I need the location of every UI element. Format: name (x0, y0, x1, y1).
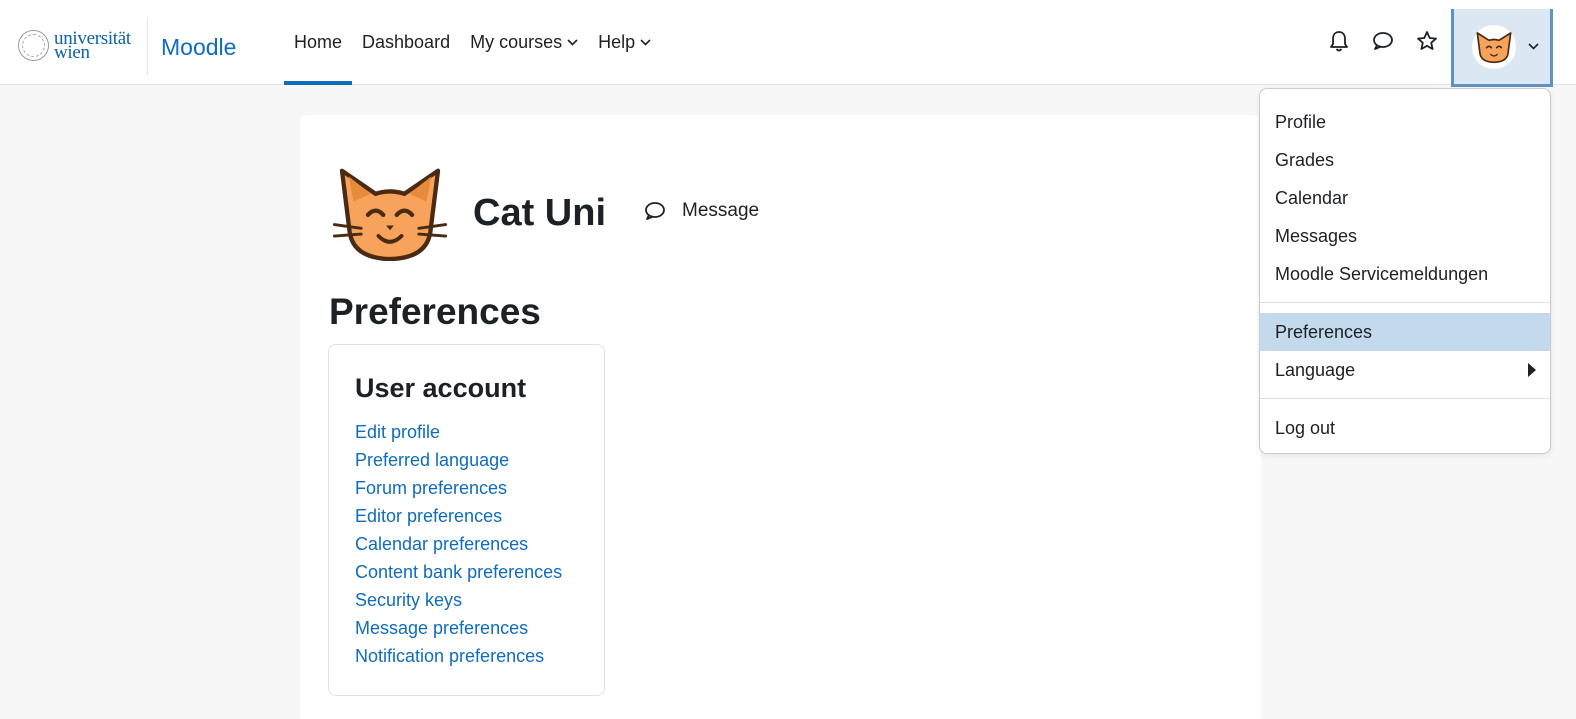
menu-item-servicemeldungen[interactable]: Moodle Servicemeldungen (1260, 255, 1550, 293)
site-name[interactable]: Moodle (161, 34, 236, 61)
chat-icon (645, 202, 665, 220)
link-editor-preferences[interactable]: Editor preferences (355, 506, 604, 534)
profile-header: Cat Uni Message (332, 165, 759, 261)
menu-item-language-label: Language (1275, 360, 1356, 380)
caret-right-icon (1528, 363, 1536, 377)
university-wordmark: universität wien (54, 27, 131, 63)
menu-item-profile[interactable]: Profile (1260, 103, 1550, 141)
user-fullname: Cat Uni (473, 191, 606, 234)
menu-item-grades[interactable]: Grades (1260, 141, 1550, 179)
user-account-links: Edit profile Preferred language Forum pr… (355, 422, 604, 674)
nav-help[interactable]: Help (588, 0, 661, 85)
user-avatar (1472, 24, 1516, 69)
card-title: User account (355, 373, 527, 403)
menu-item-preferences[interactable]: Preferences (1260, 313, 1550, 351)
user-menu-toggle[interactable] (1451, 9, 1553, 87)
main-content: Cat Uni Message Preferences User account… (300, 115, 1261, 719)
bell-icon[interactable] (1328, 30, 1350, 52)
nav-my-courses[interactable]: My courses (460, 0, 588, 85)
menu-item-messages[interactable]: Messages (1260, 217, 1550, 255)
link-security-keys[interactable]: Security keys (355, 590, 604, 618)
nav-dashboard[interactable]: Dashboard (352, 0, 460, 85)
menu-divider (1260, 302, 1550, 303)
menu-item-logout[interactable]: Log out (1260, 409, 1550, 447)
link-message-preferences[interactable]: Message preferences (355, 618, 604, 646)
message-button[interactable]: Message (644, 200, 759, 222)
message-label: Message (682, 200, 760, 221)
menu-item-language[interactable]: Language (1260, 351, 1550, 389)
link-notification-preferences[interactable]: Notification preferences (355, 646, 604, 674)
link-forum-preferences[interactable]: Forum preferences (355, 478, 604, 506)
nav-home[interactable]: Home (284, 0, 353, 85)
link-preferred-language[interactable]: Preferred language (355, 450, 604, 478)
top-navbar: universität wien Moodle Home Dashboard M… (0, 0, 1576, 87)
chevron-down-icon (567, 39, 578, 46)
navbar-icons (1328, 30, 1438, 52)
link-edit-profile[interactable]: Edit profile (355, 422, 604, 450)
link-calendar-preferences[interactable]: Calendar preferences (355, 534, 604, 562)
chevron-down-icon (640, 39, 651, 46)
university-logo[interactable]: universität wien (18, 27, 131, 63)
page-title: Preferences (329, 291, 541, 332)
menu-item-calendar[interactable]: Calendar (1260, 179, 1550, 217)
university-seal-icon (18, 30, 49, 61)
cat-face-icon (332, 168, 448, 261)
link-content-bank-preferences[interactable]: Content bank preferences (355, 562, 604, 590)
chat-icon[interactable] (1372, 30, 1394, 52)
brand-divider (147, 18, 148, 75)
user-dropdown-menu: Profile Grades Calendar Messages Moodle … (1259, 88, 1551, 454)
star-icon[interactable] (1416, 30, 1438, 52)
cat-face-icon (1476, 31, 1512, 63)
user-account-card: User account Edit profile Preferred lang… (328, 344, 605, 696)
menu-divider (1260, 398, 1550, 399)
primary-navigation: Home Dashboard My courses Help (284, 0, 661, 85)
chevron-down-icon (1528, 43, 1539, 50)
